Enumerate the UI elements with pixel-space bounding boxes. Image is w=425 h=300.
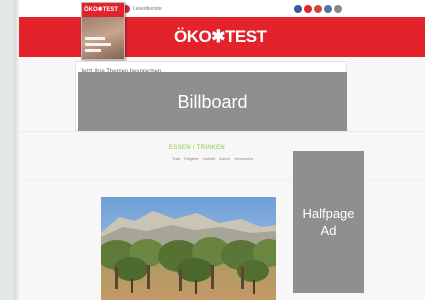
magazine-title: ÖKO✱TEST — [84, 7, 119, 13]
halfpage-ad-label: Halfpage Ad — [302, 206, 355, 238]
section-nav-link[interactable]: Bücher — [219, 157, 230, 161]
section-nav-link[interactable]: Ratgeber — [184, 157, 198, 161]
section-title[interactable]: ESSEN / TRINKEN — [169, 145, 225, 151]
section-nav-link[interactable]: Kindheit — [203, 157, 216, 161]
section-nav-link[interactable]: Verbraucher — [234, 157, 253, 161]
vk-icon[interactable] — [324, 5, 332, 13]
section-nav: Tests Ratgeber Kindheit Bücher Verbrauch… — [172, 157, 253, 161]
magazine-cover-image — [82, 17, 124, 59]
billboard-ad[interactable]: Billboard — [78, 72, 347, 132]
youtube-icon[interactable] — [304, 5, 312, 13]
divider — [19, 180, 425, 181]
cover-line — [85, 43, 111, 46]
halfpage-ad[interactable]: Halfpage Ad — [293, 151, 364, 293]
billboard-ad-label: Billboard — [177, 91, 248, 112]
magazine-cover[interactable]: ÖKO✱TEST — [81, 2, 125, 60]
google-plus-icon[interactable] — [314, 5, 322, 13]
magazine-cover-header: ÖKO✱TEST — [82, 3, 124, 17]
cover-line — [85, 37, 105, 40]
divider — [19, 131, 425, 132]
service-link[interactable]: Leserdienste — [133, 5, 162, 13]
olive-grove-image — [101, 197, 276, 300]
top-bar: Leserdienste — [19, 0, 425, 17]
webpage: Leserdienste ÖKO✱TEST ÖKO✱TEST Jetzt Ihr… — [19, 0, 425, 300]
site-header: ÖKO✱TEST — [19, 17, 425, 57]
facebook-icon[interactable] — [294, 5, 302, 13]
mail-icon[interactable] — [334, 5, 342, 13]
article-photo-olive-grove[interactable] — [101, 197, 276, 300]
site-logo[interactable]: ÖKO✱TEST — [174, 27, 267, 47]
cover-line — [85, 49, 101, 52]
section-nav-link[interactable]: Tests — [172, 157, 180, 161]
